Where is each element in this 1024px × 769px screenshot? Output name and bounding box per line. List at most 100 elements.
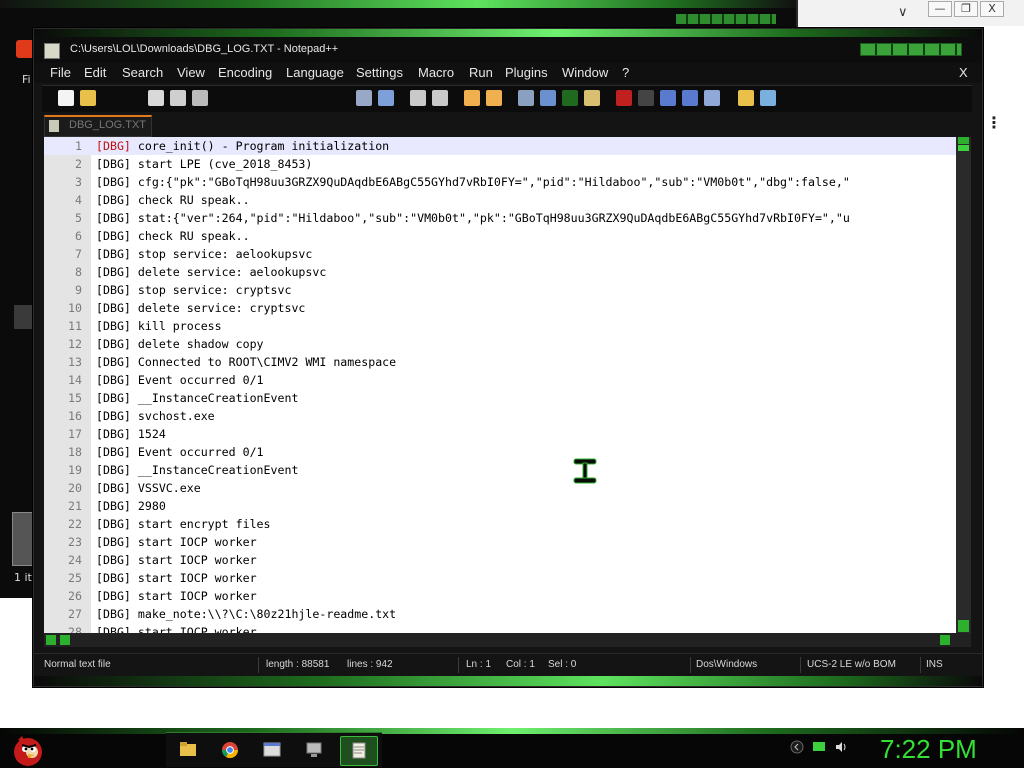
volume-icon[interactable] [834,740,848,754]
editor-line[interactable]: 13 [DBG] Connected to ROOT\CIMV2 WMI name… [44,353,956,371]
word-wrap-icon[interactable] [518,90,534,106]
editor-line[interactable]: 1 [DBG] core_init() - Program initializat… [44,137,956,155]
menu-edit[interactable]: Edit [84,65,106,80]
status-col: Col : 1 [506,659,535,670]
menu-file[interactable]: File [50,65,71,80]
vertical-scroll-thumb[interactable] [958,145,969,151]
play-macro-icon[interactable] [660,90,676,106]
editor-line[interactable]: 16 [DBG] svchost.exe [44,407,956,425]
editor-line[interactable]: 23 [DBG] start IOCP worker [44,533,956,551]
menu-language[interactable]: Language [286,65,344,80]
taskbar-notepad-plus-plus[interactable] [340,736,378,766]
maximize-button[interactable]: ❐ [954,1,978,17]
spell-check-icon[interactable] [760,90,776,106]
print-icon[interactable] [192,90,208,106]
editor-line[interactable]: 14 [DBG] Event occurred 0/1 [44,371,956,389]
editor-line[interactable]: 24 [DBG] start IOCP worker [44,551,956,569]
horizontal-scroll-thumb[interactable] [60,635,70,645]
menu-settings[interactable]: Settings [356,65,403,80]
folder-workspace-icon[interactable] [738,90,754,106]
new-file-icon[interactable] [58,90,74,106]
editor-line[interactable]: 25 [DBG] start IOCP worker [44,569,956,587]
tab-dbg-log[interactable]: DBG_LOG.TXT [44,115,152,137]
vertical-scrollbar[interactable] [956,137,971,637]
menu-plugins[interactable]: Plugins [505,65,548,80]
more-options-icon[interactable]: ⋮ [986,115,1002,131]
scroll-down-arrow-icon[interactable] [958,620,969,632]
close-document-button[interactable]: X [959,65,968,80]
toolbar [42,85,972,112]
scroll-right-arrow-icon[interactable] [940,635,950,645]
line-number: 21 [68,499,82,513]
window-controls[interactable] [860,43,962,56]
editor-line[interactable]: 18 [DBG] Event occurred 0/1 [44,443,956,461]
indent-guide-icon[interactable] [562,90,578,106]
zoom-out-icon[interactable] [432,90,448,106]
title-bar[interactable]: C:\Users\LOL\Downloads\DBG_LOG.TXT - Not… [34,37,982,63]
taskbar-chrome[interactable] [212,736,248,764]
scroll-up-arrow-icon[interactable] [958,137,969,144]
scroll-left-arrow-icon[interactable] [46,635,56,645]
line-number: 7 [75,247,82,261]
editor-line[interactable]: 22 [DBG] start encrypt files [44,515,956,533]
line-number: 10 [68,301,82,315]
close-all-icon[interactable] [170,90,186,106]
menu-run[interactable]: Run [469,65,493,80]
start-button-angry-bird-icon[interactable] [8,732,48,768]
menu-window[interactable]: Window [562,65,608,80]
monitor-status-icon[interactable] [812,740,826,754]
run-macro-multiple-icon[interactable] [682,90,698,106]
line-content: check RU speak.. [130,229,250,243]
background-menu-file[interactable]: Fi [22,73,31,86]
editor-line[interactable]: 19 [DBG] __InstanceCreationEvent [44,461,956,479]
editor-line[interactable]: 5 [DBG] stat:{"ver":264,"pid":"Hildaboo",… [44,209,956,227]
editor-line[interactable]: 12 [DBG] delete shadow copy [44,335,956,353]
menu-help[interactable]: ? [622,65,629,80]
sync-vertical-icon[interactable] [464,90,480,106]
zoom-in-icon[interactable] [410,90,426,106]
save-macro-icon[interactable] [704,90,720,106]
document-map-icon[interactable] [584,90,600,106]
taskbar-glow [0,728,1024,734]
chevron-down-icon[interactable]: ∨ [898,5,908,20]
horizontal-scrollbar[interactable] [44,633,971,647]
text-editor[interactable]: 1 [DBG] core_init() - Program initializat… [44,137,971,637]
editor-line[interactable]: 3 [DBG] cfg:{"pk":"GBoTqH98uu3GRZX9QuDAqd… [44,173,956,191]
close-button[interactable]: X [980,1,1004,17]
editor-line[interactable]: 4 [DBG] check RU speak.. [44,191,956,209]
show-all-characters-icon[interactable] [540,90,556,106]
editor-line[interactable]: 27 [DBG] make_note:\\?\C:\80z21hjle-readm… [44,605,956,623]
record-macro-icon[interactable] [616,90,632,106]
show-hidden-icons-icon[interactable] [790,740,804,754]
editor-line[interactable]: 9 [DBG] stop service: cryptsvc [44,281,956,299]
editor-line[interactable]: 26 [DBG] start IOCP worker [44,587,956,605]
editor-line[interactable]: 15 [DBG] __InstanceCreationEvent [44,389,956,407]
editor-line[interactable]: 8 [DBG] delete service: aelookupsvc [44,263,956,281]
editor-line[interactable]: 2 [DBG] start LPE (cve_2018_8453) [44,155,956,173]
menu-search[interactable]: Search [122,65,163,80]
line-text: [DBG] Event occurred 0/1 [96,443,264,461]
taskbar-window-app[interactable] [254,736,290,764]
menu-macro[interactable]: Macro [418,65,454,80]
replace-icon[interactable] [378,90,394,106]
line-content: make_note:\\?\C:\80z21hjle-readme.txt [130,607,397,621]
taskbar-network-app[interactable] [296,736,332,764]
menu-view[interactable]: View [177,65,205,80]
close-file-icon[interactable] [148,90,164,106]
taskbar-clock[interactable]: 7:22 PM [880,734,977,765]
menu-encoding[interactable]: Encoding [218,65,272,80]
stop-macro-icon[interactable] [638,90,654,106]
minimize-button[interactable]: — [928,1,952,17]
sync-horizontal-icon[interactable] [486,90,502,106]
editor-line[interactable]: 11 [DBG] kill process [44,317,956,335]
open-file-icon[interactable] [80,90,96,106]
editor-line[interactable]: 10 [DBG] delete service: cryptsvc [44,299,956,317]
editor-line[interactable]: 17 [DBG] 1524 [44,425,956,443]
editor-line[interactable]: 20 [DBG] VSSVC.exe [44,479,956,497]
find-icon[interactable] [356,90,372,106]
line-number: 9 [75,283,82,297]
taskbar-file-explorer[interactable] [170,736,206,764]
editor-line[interactable]: 7 [DBG] stop service: aelookupsvc [44,245,956,263]
editor-line[interactable]: 6 [DBG] check RU speak.. [44,227,956,245]
editor-line[interactable]: 21 [DBG] 2980 [44,497,956,515]
